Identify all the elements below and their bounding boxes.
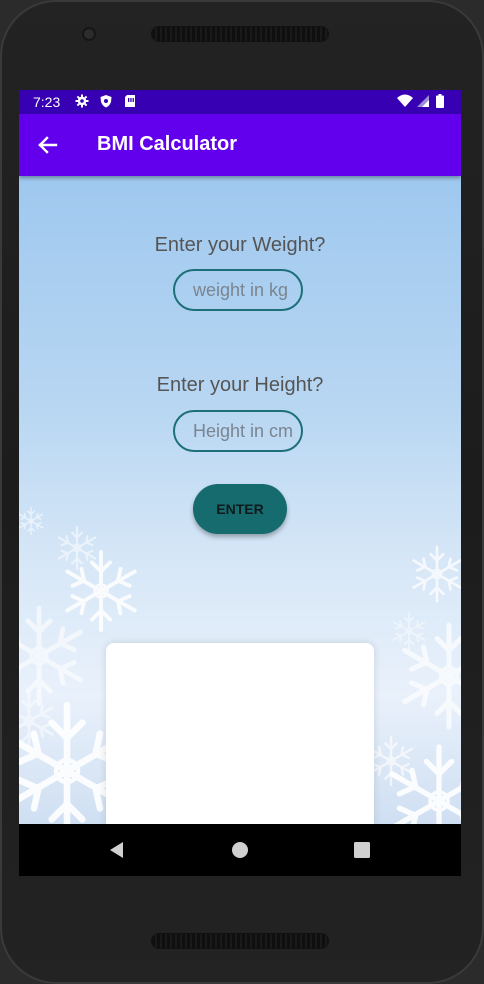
home-circle-icon[interactable] <box>230 840 250 860</box>
enter-button[interactable]: ENTER <box>193 484 287 534</box>
battery-icon <box>435 94 445 108</box>
status-bar: 7:23 <box>19 90 461 114</box>
signal-icon <box>416 94 430 108</box>
app-bar: BMI Calculator <box>19 114 461 176</box>
weight-label: Enter your Weight? <box>154 234 326 256</box>
top-speaker <box>152 27 328 41</box>
device-screen: 7:23 BMI Calculator Enter your Weight? w… <box>19 90 461 876</box>
front-camera <box>82 27 96 41</box>
phone-frame: 7:23 BMI Calculator Enter your Weight? w… <box>0 0 484 984</box>
height-label: Enter your Height? <box>156 374 324 396</box>
recents-square-icon[interactable] <box>352 840 372 860</box>
weight-input[interactable] <box>173 269 303 311</box>
page-title: BMI Calculator <box>97 133 238 155</box>
status-time: 7:23 <box>33 94 61 110</box>
back-arrow-icon[interactable] <box>35 132 61 158</box>
result-card <box>106 643 374 824</box>
back-triangle-icon[interactable] <box>107 840 127 860</box>
navigation-bar <box>19 824 461 876</box>
wifi-icon <box>397 94 413 108</box>
sim-card-icon <box>123 94 137 108</box>
height-input[interactable] <box>173 410 303 452</box>
settings-icon <box>75 94 89 108</box>
bottom-speaker <box>152 934 328 948</box>
main-content: Enter your Weight? Enter your Height? EN… <box>19 176 461 824</box>
shield-icon <box>99 94 113 108</box>
